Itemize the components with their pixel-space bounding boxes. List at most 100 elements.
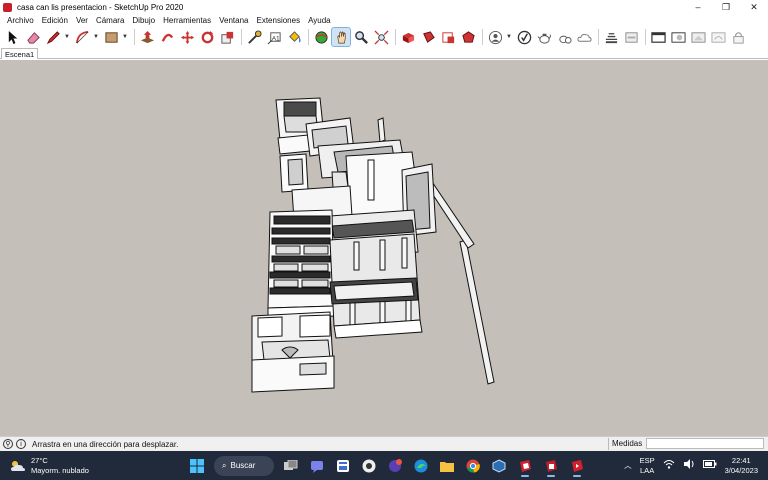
file-explorer-icon[interactable]	[436, 455, 458, 477]
toolbar-separator	[598, 29, 599, 45]
weather-temperature: 27°C	[31, 456, 48, 465]
status-divider	[608, 438, 609, 450]
section-cuts-icon[interactable]	[622, 28, 640, 46]
extension-manager-icon[interactable]	[459, 28, 477, 46]
model-info-icon[interactable]	[515, 28, 533, 46]
measures-input[interactable]	[646, 438, 764, 449]
menu-herramientas[interactable]: Herramientas	[159, 16, 215, 25]
style-builder-taskbar-icon[interactable]	[566, 455, 588, 477]
orbit-tool-icon[interactable]	[312, 28, 330, 46]
start-button-icon[interactable]	[186, 455, 208, 477]
status-bar: ⚲ i Arrastra en una dirección para despl…	[0, 436, 768, 451]
partly-cloudy-icon	[10, 460, 26, 472]
text-tool-icon[interactable]: A1	[265, 28, 283, 46]
battery-icon[interactable]	[702, 460, 717, 471]
teams-chat-icon[interactable]	[306, 455, 328, 477]
close-button[interactable]: ✕	[740, 0, 768, 14]
system-tray: ︿ ESP LAA 22:41 3/04/2023	[624, 451, 768, 480]
section-plane-icon[interactable]	[602, 28, 620, 46]
window-controls: – ❐ ✕	[684, 0, 768, 14]
menu-bar: Archivo Edición Ver Cámara Dibujo Herram…	[0, 14, 768, 26]
widgets-icon[interactable]	[332, 455, 354, 477]
paint-bucket-tool-icon[interactable]	[285, 28, 303, 46]
edge-browser-icon[interactable]	[410, 455, 432, 477]
layout-taskbar-icon[interactable]	[540, 455, 562, 477]
menu-dibujo[interactable]: Dibujo	[128, 16, 159, 25]
follow-me-tool-icon[interactable]	[158, 28, 176, 46]
menu-extensiones[interactable]: Extensiones	[252, 16, 304, 25]
toolbar-separator	[395, 29, 396, 45]
title-bar: casa can lis presentacion - SketchUp Pro…	[0, 0, 768, 14]
sketchup-taskbar-icon[interactable]	[514, 455, 536, 477]
taskbar-search[interactable]: ⌕ Buscar	[214, 455, 274, 476]
tape-measure-tool-icon[interactable]	[245, 28, 263, 46]
select-tool-icon[interactable]	[4, 28, 22, 46]
menu-ver[interactable]: Ver	[72, 16, 92, 25]
windows-taskbar: 27°C Mayorm. nublado ⌕ Buscar ︿ ESP LAA	[0, 451, 768, 480]
chevron-down-icon[interactable]: ▼	[122, 34, 129, 40]
weather-widget[interactable]: 27°C Mayorm. nublado	[10, 456, 89, 476]
maximize-button[interactable]: ❐	[712, 0, 740, 14]
cloud-icon[interactable]	[575, 28, 593, 46]
wifi-icon[interactable]	[663, 459, 675, 472]
chevron-down-icon[interactable]: ▼	[93, 34, 100, 40]
language-code: ESP	[639, 455, 655, 465]
notification-app-icon[interactable]	[384, 455, 406, 477]
pan-tool-icon[interactable]	[331, 27, 351, 47]
chevron-up-icon[interactable]: ︿	[624, 461, 632, 471]
teapot-cloud-render-icon[interactable]	[555, 28, 573, 46]
sketchup-app-icon	[3, 2, 12, 12]
3d-house-model	[251, 97, 495, 393]
taskbar-apps: ⌕ Buscar	[186, 454, 592, 477]
send-to-layout-icon[interactable]	[439, 28, 457, 46]
rotate-tool-icon[interactable]	[198, 28, 216, 46]
system-clock[interactable]: 22:41 3/04/2023	[725, 456, 758, 476]
chevron-down-icon[interactable]: ▼	[64, 34, 71, 40]
arc-tool-icon[interactable]	[73, 28, 91, 46]
3d-app-icon[interactable]	[488, 455, 510, 477]
toolbar-separator	[134, 29, 135, 45]
toolbar-separator	[308, 29, 309, 45]
pencil-tool-icon[interactable]	[44, 28, 62, 46]
menu-edicion[interactable]: Edición	[38, 16, 72, 25]
model-viewport[interactable]	[0, 60, 768, 436]
menu-camara[interactable]: Cámara	[92, 16, 128, 25]
scene-tab[interactable]: Escena1	[1, 48, 39, 59]
push-pull-tool-icon[interactable]	[138, 28, 156, 46]
measures-label: Medidas	[612, 439, 643, 448]
zoom-extents-tool-icon[interactable]	[372, 28, 390, 46]
status-message: Arrastra en una dirección para desplazar…	[32, 439, 179, 449]
teapot-render-icon[interactable]	[535, 28, 553, 46]
chrome-browser-icon[interactable]	[462, 455, 484, 477]
svg-text:A1: A1	[271, 35, 279, 42]
chevron-down-icon[interactable]: ▼	[506, 34, 513, 40]
menu-ayuda[interactable]: Ayuda	[304, 16, 335, 25]
window-layout-icon[interactable]	[649, 28, 667, 46]
extension-warehouse-icon[interactable]	[419, 28, 437, 46]
rectangle-tool-icon[interactable]	[102, 28, 120, 46]
move-tool-icon[interactable]	[178, 28, 196, 46]
speaker-icon[interactable]	[683, 459, 695, 472]
task-view-icon[interactable]	[280, 455, 302, 477]
account-icon[interactable]	[486, 28, 504, 46]
camera-view-icon[interactable]	[669, 28, 687, 46]
keyboard-layout: LAA	[640, 465, 655, 475]
window-title: casa can lis presentacion - SketchUp Pro…	[17, 2, 184, 12]
menu-archivo[interactable]: Archivo	[3, 16, 38, 25]
scale-tool-icon[interactable]	[218, 28, 236, 46]
eraser-tool-icon[interactable]	[24, 28, 42, 46]
menu-ventana[interactable]: Ventana	[215, 16, 252, 25]
github-desktop-icon[interactable]	[358, 455, 380, 477]
zoom-tool-icon[interactable]	[352, 28, 370, 46]
texture-view-icon[interactable]	[689, 28, 707, 46]
warehouse-3d-icon[interactable]	[399, 28, 417, 46]
lock-icon[interactable]	[729, 28, 747, 46]
search-label: Buscar	[230, 461, 256, 470]
clock-date: 3/04/2023	[724, 465, 758, 475]
geo-location-icon[interactable]: ⚲	[3, 439, 13, 449]
minimize-button[interactable]: –	[684, 0, 712, 14]
cloud-sync-icon[interactable]	[709, 28, 727, 46]
scenes-bar: Escena1	[0, 48, 768, 59]
info-icon[interactable]: i	[16, 439, 26, 449]
language-indicator[interactable]: ESP LAA	[640, 456, 655, 476]
